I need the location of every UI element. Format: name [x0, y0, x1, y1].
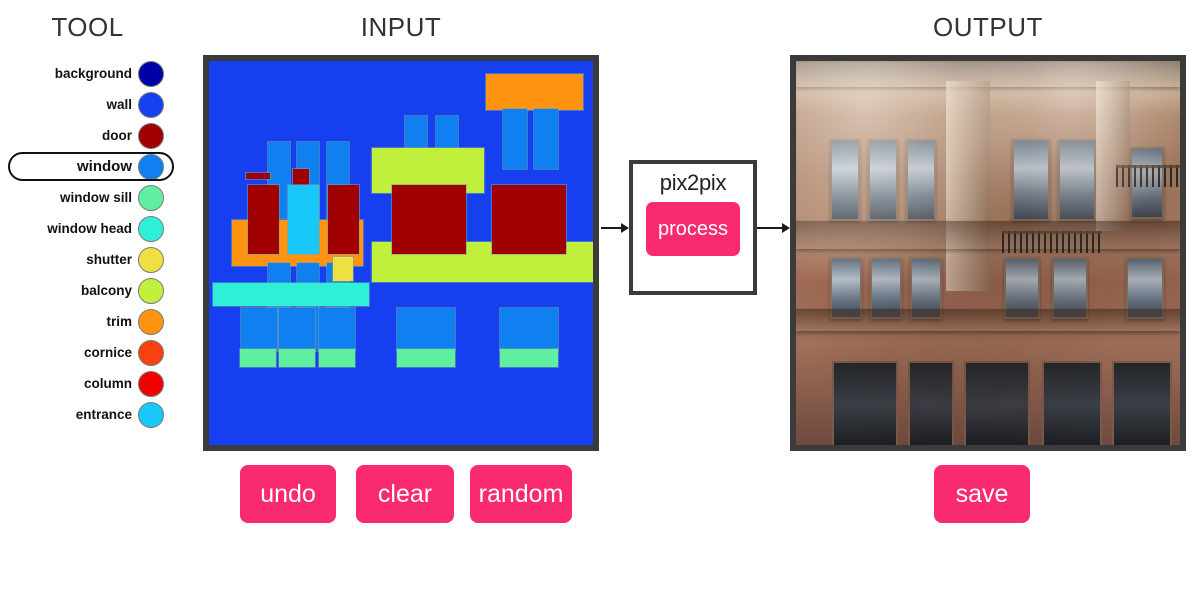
tool-item-window[interactable]: window — [0, 151, 176, 182]
process-button[interactable]: process — [646, 202, 740, 256]
input-shape-window — [240, 307, 278, 352]
input-shape-window-sill — [396, 348, 456, 368]
tool-item-window-sill[interactable]: window sill — [0, 182, 176, 213]
input-shape-shutter — [332, 256, 354, 282]
input-shape-window-sill — [278, 348, 316, 368]
tool-item-label: shutter — [86, 252, 132, 267]
page-title-output: OUTPUT — [933, 12, 1043, 42]
input-shape-window-sill — [318, 348, 356, 368]
input-shape-door — [292, 168, 310, 186]
tool-palette: background wall door window window sill windo… — [0, 58, 176, 430]
tool-color-swatch-icon[interactable] — [138, 60, 164, 87]
tool-item-label: window head — [47, 221, 132, 236]
tool-item-balcony[interactable]: balcony — [0, 275, 176, 306]
tool-color-swatch-icon[interactable] — [138, 215, 164, 242]
input-shape-window-sill — [239, 348, 277, 368]
input-shape-trim — [485, 73, 584, 111]
tool-item-label: column — [83, 376, 132, 391]
output-image-canvas — [790, 55, 1186, 451]
pix2pix-processor-panel: pix2pix process — [629, 160, 757, 295]
tool-item-label: entrance — [75, 407, 132, 422]
input-shape-window — [318, 307, 356, 352]
input-shape-window — [499, 307, 559, 352]
tool-item-column[interactable]: column — [0, 368, 176, 399]
tool-item-background[interactable]: background — [0, 58, 176, 89]
input-shape-door — [491, 184, 567, 255]
arrow-input-to-processor-icon — [601, 221, 629, 235]
tool-item-label: background — [54, 66, 132, 81]
facade-texture-overlay — [796, 61, 1180, 445]
tool-item-window-head[interactable]: window head — [0, 213, 176, 244]
input-shape-window — [396, 307, 456, 352]
tool-item-label: balcony — [80, 283, 132, 298]
tool-item-trim[interactable]: trim — [0, 306, 176, 337]
input-shape-layer — [209, 61, 593, 445]
random-button[interactable]: random — [470, 465, 572, 523]
tool-item-label: window — [77, 158, 132, 175]
tool-item-label: cornice — [83, 345, 132, 360]
tool-item-label: wall — [106, 97, 132, 112]
tool-color-swatch-icon[interactable] — [138, 246, 164, 273]
tool-color-swatch-icon[interactable] — [138, 153, 164, 180]
input-drawing-canvas[interactable] — [203, 55, 599, 451]
page-title-input: INPUT — [360, 12, 442, 42]
tool-item-label: trim — [106, 314, 132, 329]
page-title-tool: TOOL — [51, 12, 124, 42]
arrow-processor-to-output-icon — [757, 221, 790, 235]
tool-color-swatch-icon[interactable] — [138, 401, 164, 428]
input-shape-door — [245, 172, 271, 180]
clear-button[interactable]: clear — [356, 465, 454, 523]
processor-title: pix2pix — [659, 170, 727, 195]
input-shape-window — [502, 108, 528, 170]
tool-item-cornice[interactable]: cornice — [0, 337, 176, 368]
tool-color-swatch-icon[interactable] — [138, 122, 164, 149]
tool-item-entrance[interactable]: entrance — [0, 399, 176, 430]
tool-item-wall[interactable]: wall — [0, 89, 176, 120]
input-shape-window — [533, 108, 559, 170]
tool-item-label: window sill — [59, 190, 132, 205]
tool-color-swatch-icon[interactable] — [138, 184, 164, 211]
input-shape-entrance — [287, 184, 320, 255]
tool-color-swatch-icon[interactable] — [138, 277, 164, 304]
undo-button[interactable]: undo — [240, 465, 336, 523]
input-shape-door — [247, 184, 280, 255]
app-root: TOOL INPUT OUTPUT background wall door wind… — [0, 0, 1200, 600]
tool-color-swatch-icon[interactable] — [138, 91, 164, 118]
tool-color-swatch-icon[interactable] — [138, 308, 164, 335]
tool-item-door[interactable]: door — [0, 120, 176, 151]
tool-color-swatch-icon[interactable] — [138, 339, 164, 366]
input-shape-door — [327, 184, 360, 255]
input-shape-window — [278, 307, 316, 352]
save-button[interactable]: save — [934, 465, 1030, 523]
input-shape-window-sill — [499, 348, 559, 368]
generated-facade-image — [796, 61, 1180, 445]
input-shape-window-head — [212, 282, 370, 307]
tool-item-shutter[interactable]: shutter — [0, 244, 176, 275]
tool-item-label: door — [102, 128, 132, 143]
tool-color-swatch-icon[interactable] — [138, 370, 164, 397]
input-shape-door — [391, 184, 467, 255]
